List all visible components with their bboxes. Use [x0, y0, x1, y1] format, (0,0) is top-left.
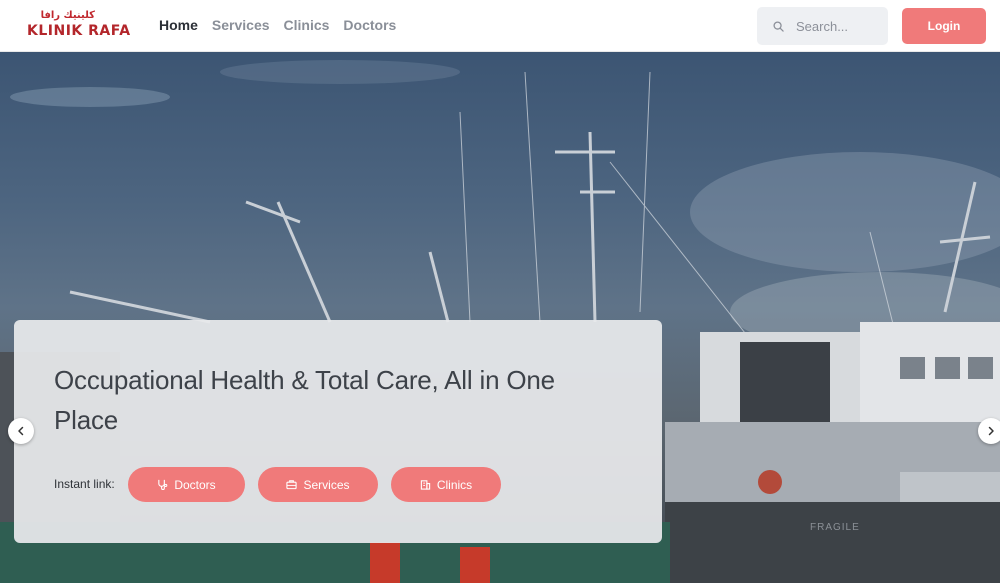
site-header: كلينيك رافا KLINIK RAFA Home Services Cl…	[0, 0, 1000, 52]
logo-arabic-text: كلينيك رافا	[40, 10, 95, 21]
hero-banner: FRAGILE Occupational Health & Total Care…	[0, 52, 1000, 583]
nav-doctors[interactable]: Doctors	[343, 17, 396, 33]
carousel-prev-button[interactable]	[8, 418, 34, 444]
nav-home[interactable]: Home	[159, 17, 198, 33]
logo-english-text: KLINIK RAFA	[27, 23, 131, 39]
clinics-link-label: Clinics	[436, 477, 473, 492]
logo[interactable]: كلينيك رافا KLINIK RAFA	[27, 10, 130, 42]
search-input[interactable]	[796, 18, 880, 34]
instant-link-label: Instant link:	[54, 477, 115, 491]
chevron-left-icon	[18, 426, 24, 436]
briefcase-icon	[286, 480, 298, 490]
main-nav: Home Services Clinics Doctors	[159, 17, 396, 33]
hero-card: Occupational Health & Total Care, All in…	[14, 320, 662, 543]
hero-headline: Occupational Health & Total Care, All in…	[54, 365, 555, 435]
doctors-link-button[interactable]: Doctors	[128, 467, 245, 502]
login-button[interactable]: Login	[902, 8, 986, 44]
nav-services[interactable]: Services	[212, 17, 270, 33]
doctors-link-label: Doctors	[174, 477, 216, 492]
svg-text:FRAGILE: FRAGILE	[810, 522, 860, 533]
services-link-button[interactable]: Services	[258, 467, 378, 502]
carousel-next-button[interactable]	[978, 418, 1000, 444]
search-box[interactable]	[757, 7, 888, 45]
logo-word-2: RAFA	[88, 23, 131, 39]
chevron-right-icon	[988, 426, 994, 436]
logo-word-1: KLINIK	[27, 23, 83, 39]
search-icon	[773, 20, 784, 32]
nav-clinics[interactable]: Clinics	[284, 17, 330, 33]
building-icon	[420, 480, 431, 490]
stethoscope-icon	[158, 479, 168, 490]
services-link-label: Services	[303, 477, 350, 492]
clinics-link-button[interactable]: Clinics	[391, 467, 501, 502]
